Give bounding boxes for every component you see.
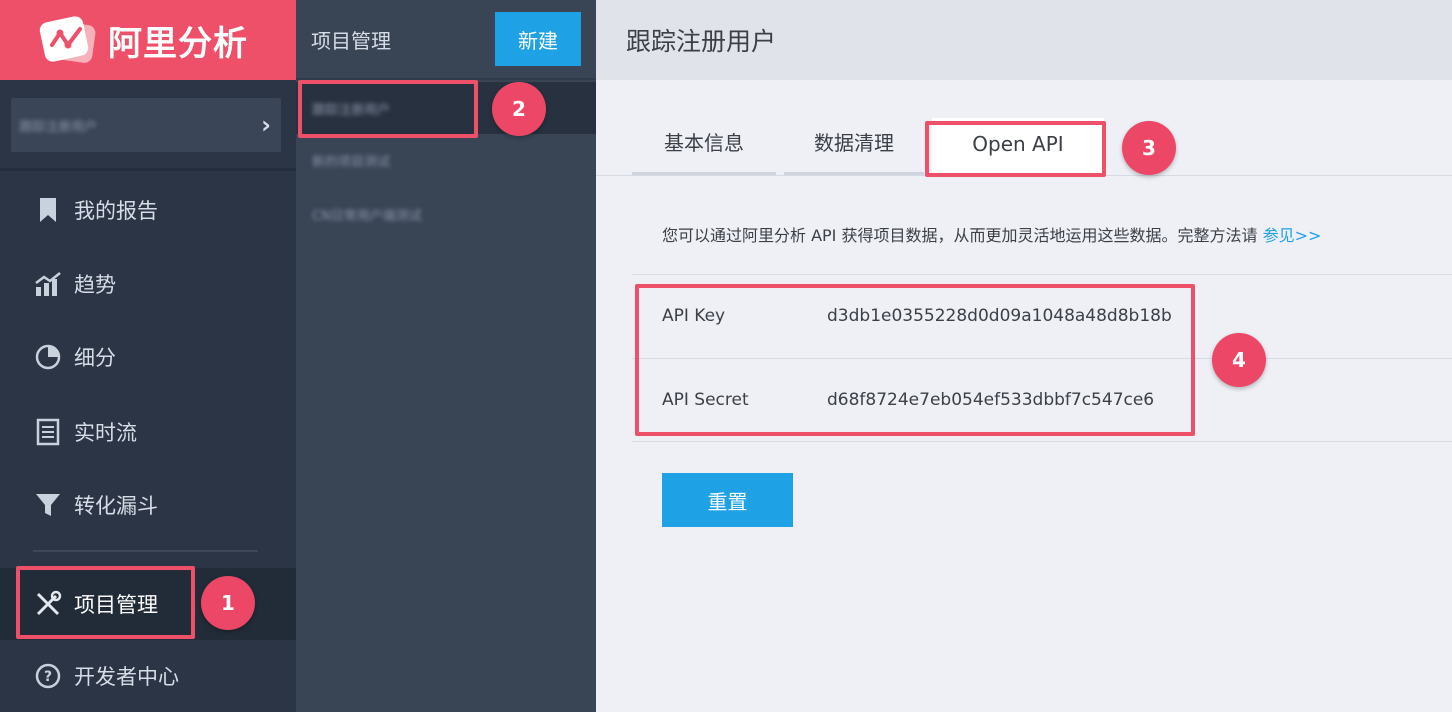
logo-icon — [39, 16, 96, 63]
funnel-icon — [34, 491, 62, 519]
page-title: 跟踪注册用户 — [596, 0, 1452, 80]
svg-text:?: ? — [44, 669, 52, 685]
tab-open-api[interactable]: Open API — [932, 118, 1104, 176]
sidebar-item-funnel[interactable]: 转化漏斗 — [0, 469, 296, 541]
row-divider — [632, 358, 1452, 359]
project-panel-header: 项目管理 新建 — [296, 0, 596, 80]
help-icon: ? — [34, 662, 62, 690]
tools-icon — [34, 590, 62, 618]
step-badge-2: 2 — [492, 82, 546, 136]
sidebar-item-trend[interactable]: 趋势 — [0, 248, 296, 320]
api-secret-label: API Secret — [662, 390, 749, 410]
sidebar-item-label: 细分 — [74, 346, 116, 370]
project-list-item[interactable]: CN日常用户端测试 — [296, 188, 596, 240]
sidebar-item-label: 实时流 — [74, 421, 137, 445]
api-secret-row: API Secret d68f8724e7eb054ef533dbbf7c547… — [662, 390, 1154, 410]
api-key-label: API Key — [662, 306, 726, 326]
bookmark-icon — [34, 196, 62, 224]
logo-text: 阿里分析 — [108, 23, 248, 64]
row-divider — [632, 441, 1452, 442]
intro-text: 您可以通过阿里分析 API 获得项目数据，从而更加灵活地运用这些数据。完整方法请 — [662, 226, 1258, 245]
pie-chart-icon — [34, 343, 62, 371]
tab-data-cleanup[interactable]: 数据清理 — [784, 118, 924, 176]
api-secret-value[interactable]: d68f8724e7eb054ef533dbbf7c547ce6 — [827, 390, 1154, 410]
sidebar-item-label: 开发者中心 — [74, 665, 179, 689]
open-api-description: 您可以通过阿里分析 API 获得项目数据，从而更加灵活地运用这些数据。完整方法请… — [662, 222, 1321, 246]
project-panel-title: 项目管理 — [311, 28, 391, 53]
sidebar-item-label: 我的报告 — [74, 199, 158, 223]
new-project-button[interactable]: 新建 — [495, 12, 581, 66]
sidebar-item-label: 趋势 — [74, 273, 116, 297]
tab-bar: 基本信息 数据清理 Open API — [632, 118, 1112, 176]
step-badge-1: 1 — [201, 576, 255, 630]
nav-divider — [33, 550, 258, 552]
step-badge-3: 3 — [1122, 121, 1176, 175]
sidebar-item-label: 项目管理 — [74, 593, 158, 617]
chevron-right-icon: › — [261, 111, 271, 139]
project-selector-value: 跟踪注册用户 — [19, 119, 98, 135]
sidebar-item-label: 转化漏斗 — [74, 494, 158, 518]
api-key-value[interactable]: d3db1e0355228d0d09a1048a48d8b18b — [827, 306, 1172, 326]
project-name: 跟踪注册用户 — [312, 102, 391, 118]
tab-basic-info[interactable]: 基本信息 — [632, 118, 776, 176]
tabs-underline — [596, 175, 1452, 176]
document-icon — [34, 418, 62, 446]
step-badge-4: 4 — [1212, 333, 1266, 387]
trend-chart-icon — [34, 270, 62, 298]
sidebar-item-my-reports[interactable]: 我的报告 — [0, 174, 296, 246]
reset-button[interactable]: 重置 — [662, 473, 793, 527]
docs-link[interactable]: 参见>> — [1263, 226, 1322, 245]
brand-logo[interactable]: 阿里分析 — [0, 0, 296, 80]
main-content: 跟踪注册用户 基本信息 数据清理 Open API 您可以通过阿里分析 API … — [596, 0, 1452, 712]
project-name: 新的项目测试 — [312, 154, 391, 170]
project-list-item[interactable]: 新的项目测试 — [296, 134, 596, 186]
sidebar-item-realtime[interactable]: 实时流 — [0, 396, 296, 468]
project-list-item-selected[interactable]: 跟踪注册用户 — [296, 82, 596, 134]
sidebar-item-developer-center[interactable]: ? 开发者中心 — [0, 640, 296, 712]
row-divider — [632, 274, 1452, 275]
project-panel: 项目管理 新建 跟踪注册用户 新的项目测试 CN日常用户端测试 — [296, 0, 596, 712]
project-name: CN日常用户端测试 — [312, 208, 422, 224]
api-key-row: API Key d3db1e0355228d0d09a1048a48d8b18b — [662, 306, 1172, 326]
nav-separator — [0, 168, 296, 171]
sidebar-item-segment[interactable]: 细分 — [0, 321, 296, 393]
project-selector[interactable]: 跟踪注册用户 › — [11, 98, 281, 152]
